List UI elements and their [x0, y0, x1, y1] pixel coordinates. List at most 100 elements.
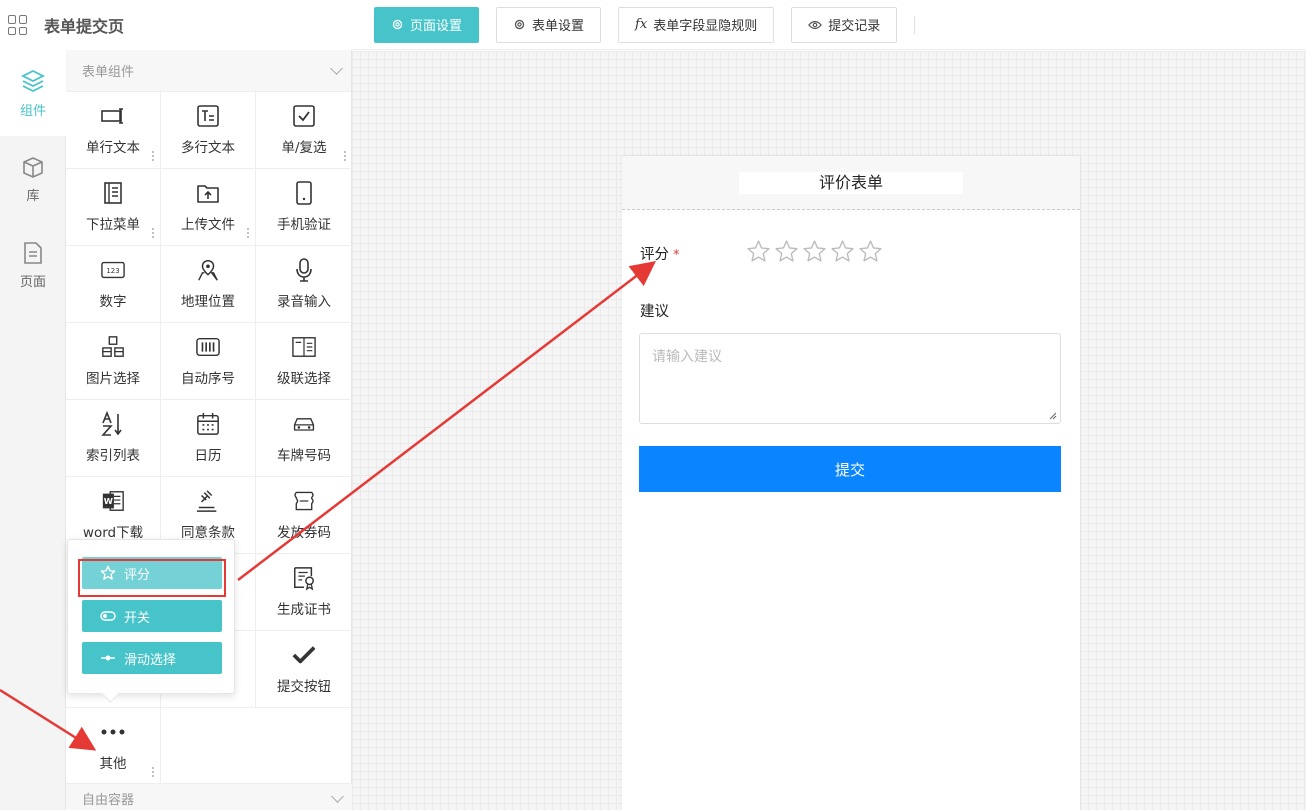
slider-icon [101, 655, 115, 661]
star-icon[interactable] [746, 239, 771, 264]
page-title: 表单提交页 [44, 17, 125, 36]
checkbox-icon [292, 104, 316, 128]
component-voice-input[interactable]: 录音输入 [256, 246, 352, 323]
free-container-header[interactable]: 自由容器 [66, 783, 352, 810]
image-select-icon [101, 335, 125, 359]
component-choice[interactable]: 单/复选 [256, 92, 352, 169]
component-label: 录音输入 [277, 294, 331, 310]
coupon-icon [292, 489, 316, 513]
section-title: 自由容器 [82, 793, 135, 808]
gear-icon [514, 19, 525, 30]
component-image-select[interactable]: 图片选择 [66, 323, 161, 400]
component-calendar[interactable]: 日历 [161, 400, 256, 477]
component-label: 单/复选 [281, 140, 327, 156]
component-label: 自动序号 [181, 371, 235, 387]
page-icon [24, 241, 42, 264]
component-label: 手机验证 [277, 217, 331, 233]
annotation-highlight-box [78, 559, 226, 597]
form-settings-label: 表单设置 [532, 19, 585, 34]
component-label: 多行文本 [181, 140, 235, 156]
gavel-icon [196, 489, 220, 513]
star-icon[interactable] [830, 239, 855, 264]
design-canvas: 评价表单 评分 * 建议 请输入建议 提交 [352, 51, 1306, 810]
resize-handle-icon[interactable] [1048, 411, 1057, 420]
form-preview: 评价表单 评分 * 建议 请输入建议 提交 [622, 156, 1080, 810]
component-label: 生成证书 [277, 602, 331, 618]
submit-button[interactable]: 提交 [639, 446, 1061, 492]
left-rail: 组件 库 页面 [0, 50, 66, 810]
rail-item-components[interactable]: 组件 [0, 50, 66, 136]
page-settings-label: 页面设置 [410, 19, 463, 34]
component-label: 同意条款 [181, 525, 235, 541]
component-multi-line-text[interactable]: 多行文本 [161, 92, 256, 169]
app-header: 表单提交页 [0, 0, 352, 50]
component-number[interactable]: 123 数字 [66, 246, 161, 323]
page-settings-button[interactable]: 页面设置 [374, 6, 480, 43]
eye-icon [808, 20, 823, 29]
textarea-icon [196, 104, 220, 128]
drag-handle-icon[interactable] [152, 150, 154, 162]
calendar-icon [196, 412, 220, 436]
car-icon [292, 412, 316, 436]
component-coupon[interactable]: 发放券码 [256, 477, 352, 554]
component-label: 日历 [194, 448, 222, 464]
rating-stars[interactable] [746, 239, 883, 264]
star-icon[interactable] [774, 239, 799, 264]
component-dropdown[interactable]: 下拉菜单 [66, 169, 161, 246]
required-mark: * [673, 248, 680, 263]
popover-item-label: 开关 [124, 610, 151, 626]
star-icon[interactable] [802, 239, 827, 264]
component-submit-button[interactable]: 提交按钮 [256, 631, 352, 708]
upload-icon [196, 181, 220, 205]
form-title[interactable]: 评价表单 [739, 171, 963, 194]
component-single-line-text[interactable]: 单行文本 [66, 92, 161, 169]
drag-handle-icon[interactable] [344, 150, 346, 162]
toolbar: 页面设置 表单设置 fx 表单字段显隐规则 提交记录 [352, 0, 1306, 50]
popover-item-switch[interactable]: 开关 [82, 600, 222, 632]
rail-item-library[interactable]: 库 [0, 136, 66, 222]
component-auto-number[interactable]: 自动序号 [161, 323, 256, 400]
app-grid-icon[interactable] [8, 15, 28, 35]
text-input-icon [101, 104, 125, 128]
field-visibility-rules-label: 表单字段显隐规则 [653, 19, 758, 34]
component-label: word下载 [82, 525, 144, 541]
component-other[interactable]: 其他 [66, 707, 161, 784]
suggestion-field-label: 建议 [640, 304, 669, 320]
suggestion-textarea[interactable]: 请输入建议 [639, 333, 1061, 424]
submission-records-button[interactable]: 提交记录 [791, 6, 898, 43]
more-icon [101, 720, 125, 744]
section-header[interactable]: 表单组件 [66, 50, 351, 92]
rail-item-page[interactable]: 页面 [0, 222, 66, 308]
component-index-list[interactable]: 索引列表 [66, 400, 161, 477]
component-upload-file[interactable]: 上传文件 [161, 169, 256, 246]
chevron-down-icon [330, 61, 343, 75]
component-certificate[interactable]: 生成证书 [256, 554, 352, 631]
drag-handle-icon[interactable] [152, 766, 154, 778]
component-label: 单行文本 [86, 140, 140, 156]
map-pin-icon [196, 258, 220, 282]
component-license-plate[interactable]: 车牌号码 [256, 400, 352, 477]
app-root: 表单提交页 页面设置 表单设置 fx 表单字段显隐规则 提交记录 组件 库 页面… [0, 0, 1306, 810]
drag-handle-icon[interactable] [247, 227, 249, 239]
cascade-icon [292, 335, 316, 359]
popover-item-slider[interactable]: 滑动选择 [82, 642, 222, 674]
toolbar-divider [914, 15, 916, 34]
drag-handle-icon[interactable] [152, 227, 154, 239]
check-icon [292, 643, 316, 667]
component-location[interactable]: 地理位置 [161, 246, 256, 323]
component-label: 下拉菜单 [86, 217, 140, 233]
star-icon[interactable] [858, 239, 883, 264]
rail-label: 组件 [19, 103, 46, 119]
form-title-bar: 评价表单 [622, 156, 1080, 210]
certificate-icon [292, 566, 316, 591]
component-label: 上传文件 [181, 217, 235, 233]
component-label: 发放券码 [277, 525, 331, 541]
sort-az-icon [101, 411, 125, 436]
form-settings-button[interactable]: 表单设置 [496, 6, 602, 43]
component-label: 级联选择 [277, 371, 331, 387]
component-phone-verify[interactable]: 手机验证 [256, 169, 352, 246]
number-glyph: 123 [106, 267, 119, 275]
component-cascade-select[interactable]: 级联选择 [256, 323, 352, 400]
component-label: 索引列表 [86, 448, 140, 464]
field-visibility-rules-button[interactable]: fx 表单字段显隐规则 [618, 6, 775, 43]
